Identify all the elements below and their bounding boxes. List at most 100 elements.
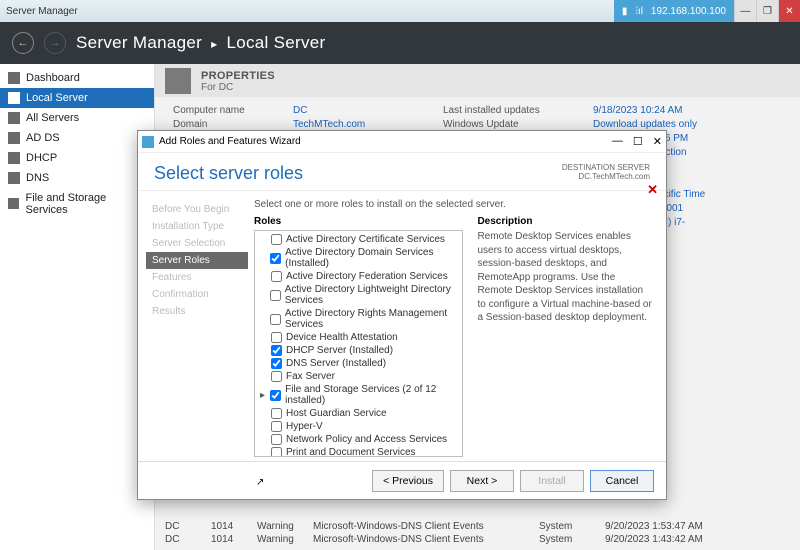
wizard-step[interactable]: Installation Type [152, 218, 248, 235]
sidebar-icon [8, 72, 20, 84]
role-item[interactable]: Host Guardian Service [259, 407, 458, 420]
role-description: Remote Desktop Services enables users to… [477, 230, 652, 325]
wizard-header: Select server roles DESTINATION SERVER D… [138, 153, 666, 190]
role-label: Print and Document Services [286, 447, 416, 457]
prop-value[interactable]: TechMTech.com [293, 119, 443, 130]
role-item[interactable]: Hyper-V [259, 420, 458, 433]
sidebar-item-dhcp[interactable]: DHCP [0, 148, 154, 168]
role-checkbox[interactable] [270, 253, 281, 264]
role-label: Device Health Attestation [286, 332, 398, 343]
roles-header: Roles [254, 216, 463, 227]
role-checkbox[interactable] [271, 234, 282, 245]
role-label: Fax Server [286, 371, 335, 382]
role-checkbox[interactable] [271, 332, 282, 343]
properties-for: For DC [201, 82, 790, 93]
prop-label: Last installed updates [443, 105, 593, 116]
role-checkbox[interactable] [271, 408, 282, 419]
sidebar-item-label: Local Server [26, 92, 88, 104]
tray-ip: 192.168.100.100 [651, 6, 726, 17]
wizard-step[interactable]: Server Roles [146, 252, 248, 269]
role-item[interactable]: Active Directory Rights Management Servi… [259, 307, 458, 331]
wizard-intro: Select one or more roles to install on t… [254, 199, 652, 210]
sidebar-item-dns[interactable]: DNS [0, 168, 154, 188]
role-item[interactable]: Active Directory Domain Services (Instal… [259, 246, 458, 270]
install-button[interactable]: Install [520, 470, 584, 492]
wizard-steps: Before You BeginInstallation TypeServer … [138, 191, 248, 461]
role-checkbox[interactable] [270, 314, 281, 325]
prop-value[interactable]: Download updates only [593, 119, 753, 130]
os-close-button[interactable]: ✕ [778, 0, 800, 22]
expand-icon[interactable]: ▸ [259, 390, 266, 401]
role-checkbox[interactable] [271, 358, 282, 369]
role-item[interactable]: Active Directory Certificate Services [259, 233, 458, 246]
event-row[interactable]: DC1014WarningMicrosoft-Windows-DNS Clien… [165, 520, 790, 533]
back-button[interactable]: ← [12, 32, 34, 54]
tray-network-icon: ▮ [622, 6, 628, 17]
sidebar-item-label: File and Storage Services [25, 192, 146, 216]
error-close-icon[interactable]: ✕ [647, 182, 658, 198]
sidebar-item-dashboard[interactable]: Dashboard [0, 68, 154, 88]
sidebar-icon [8, 132, 20, 144]
role-label: DNS Server (Installed) [286, 358, 386, 369]
role-item[interactable]: DNS Server (Installed) [259, 357, 458, 370]
prop-label: Domain [173, 119, 293, 130]
role-item[interactable]: Network Policy and Access Services [259, 433, 458, 446]
next-button[interactable]: Next > [450, 470, 514, 492]
breadcrumb-page[interactable]: Local Server [226, 33, 325, 52]
sidebar-icon [8, 92, 20, 104]
role-checkbox[interactable] [271, 371, 282, 382]
role-item[interactable]: Active Directory Lightweight Directory S… [259, 283, 458, 307]
sidebar-item-all-servers[interactable]: All Servers [0, 108, 154, 128]
os-maximize-button[interactable]: ❐ [756, 0, 778, 22]
wizard-icon [142, 136, 154, 148]
role-checkbox[interactable] [271, 345, 282, 356]
sidebar-item-label: DHCP [26, 152, 57, 164]
role-checkbox[interactable] [271, 447, 282, 457]
role-checkbox[interactable] [271, 421, 282, 432]
prop-label: Computer name [173, 105, 293, 116]
role-checkbox[interactable] [271, 271, 282, 282]
os-app-title: Server Manager [6, 6, 78, 17]
role-item[interactable]: DHCP Server (Installed) [259, 344, 458, 357]
role-item[interactable]: Device Health Attestation [259, 331, 458, 344]
role-checkbox[interactable] [270, 290, 281, 301]
forward-button[interactable]: → [44, 32, 66, 54]
wizard-minimize-button[interactable]: — [612, 135, 623, 148]
sidebar-item-file-and-storage-services[interactable]: File and Storage Services [0, 188, 154, 220]
wizard-step[interactable]: Server Selection [152, 235, 248, 252]
breadcrumb: Server Manager ▸ Local Server [76, 33, 326, 53]
role-item[interactable]: Fax Server [259, 370, 458, 383]
sidebar-item-local-server[interactable]: Local Server [0, 88, 154, 108]
app-header: ← → Server Manager ▸ Local Server [0, 22, 800, 64]
destination-label: DESTINATION SERVER [562, 163, 650, 172]
sidebar-item-label: AD DS [26, 132, 60, 144]
role-label: File and Storage Services (2 of 12 insta… [285, 384, 458, 406]
prop-value[interactable]: 9/18/2023 10:24 AM [593, 105, 753, 116]
wizard-title-bar[interactable]: Add Roles and Features Wizard — ☐ ✕ [138, 131, 666, 153]
role-label: Active Directory Certificate Services [286, 234, 445, 245]
os-tray: ▮ ⫶ıl 192.168.100.100 [614, 0, 734, 22]
sidebar-icon [8, 152, 20, 164]
os-minimize-button[interactable]: — [734, 0, 756, 22]
role-item[interactable]: ▸ File and Storage Services (2 of 12 inst… [259, 383, 458, 407]
roles-list[interactable]: Active Directory Certificate ServicesAct… [254, 230, 463, 457]
role-label: Hyper-V [286, 421, 323, 432]
cancel-button[interactable]: Cancel [590, 470, 654, 492]
breadcrumb-app[interactable]: Server Manager [76, 33, 202, 52]
server-icon [165, 68, 191, 94]
wizard-maximize-button[interactable]: ☐ [633, 135, 643, 148]
destination-server: DESTINATION SERVER DC.TechMTech.com [562, 163, 650, 181]
event-row[interactable]: DC1014WarningMicrosoft-Windows-DNS Clien… [165, 533, 790, 546]
wizard-step: Features [152, 269, 248, 286]
role-checkbox[interactable] [270, 390, 281, 401]
wizard-step[interactable]: Before You Begin [152, 201, 248, 218]
prop-value[interactable]: DC [293, 105, 443, 116]
sidebar-icon [8, 198, 19, 210]
wizard-close-button[interactable]: ✕ [653, 135, 662, 148]
properties-header: PROPERTIES For DC [155, 64, 800, 97]
sidebar-item-ad-ds[interactable]: AD DS [0, 128, 154, 148]
role-item[interactable]: Active Directory Federation Services [259, 270, 458, 283]
role-checkbox[interactable] [271, 434, 282, 445]
role-item[interactable]: Print and Document Services [259, 446, 458, 457]
previous-button[interactable]: < Previous [372, 470, 444, 492]
